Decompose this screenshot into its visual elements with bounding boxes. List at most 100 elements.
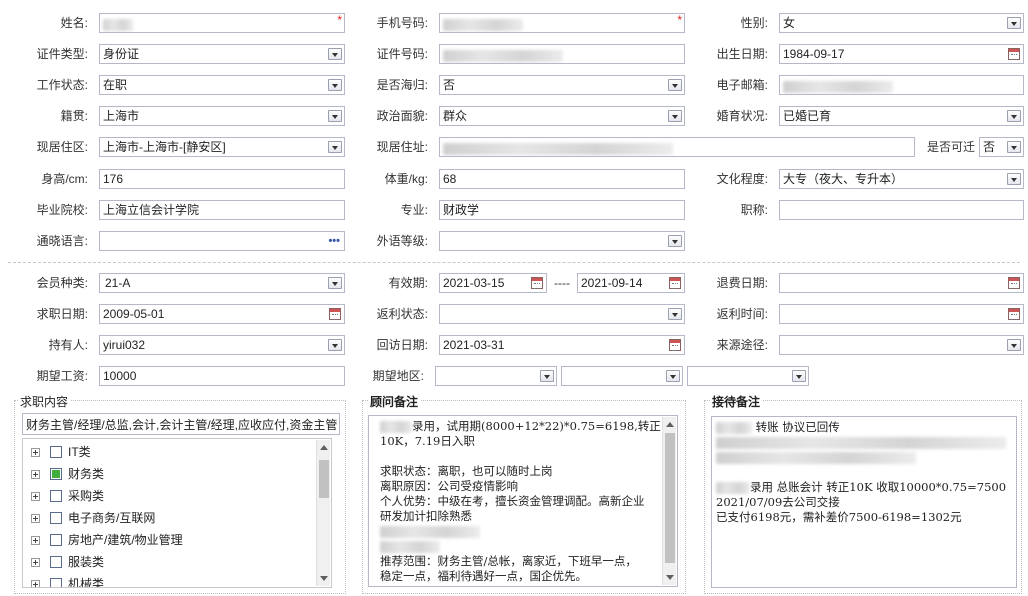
email-input[interactable] xyxy=(779,75,1024,95)
source-label: 来源途径: xyxy=(716,338,768,352)
education-select[interactable]: 大专（夜大、专升本） xyxy=(779,169,1024,189)
scrollbar[interactable] xyxy=(316,440,330,586)
native-place-select[interactable]: 上海市 xyxy=(99,106,345,126)
residence-area-select[interactable]: 上海市-上海市-[静安区] xyxy=(99,137,345,157)
scroll-thumb[interactable] xyxy=(665,433,675,563)
work-status-select[interactable]: 在职 xyxy=(99,75,345,95)
checkbox[interactable] xyxy=(50,578,62,587)
chevron-down-icon[interactable] xyxy=(1007,173,1021,185)
holder-select[interactable]: yirui032 xyxy=(99,335,345,355)
calendar-icon[interactable] xyxy=(1008,48,1020,60)
valid-to-input[interactable]: 2021-09-14 xyxy=(577,273,685,293)
section-divider xyxy=(8,262,1020,263)
refund-date-label: 退费日期: xyxy=(716,276,768,290)
birth-date-input[interactable]: 1984-09-17 xyxy=(779,44,1024,64)
chevron-down-icon[interactable] xyxy=(328,79,342,91)
calendar-icon[interactable] xyxy=(531,277,543,289)
chevron-down-icon[interactable] xyxy=(328,48,342,60)
checkbox[interactable] xyxy=(50,490,62,502)
political-select[interactable]: 群众 xyxy=(439,106,685,126)
chevron-down-icon[interactable] xyxy=(328,339,342,351)
chevron-down-icon[interactable] xyxy=(540,370,554,382)
reception-notes-textarea[interactable]: 转账 协议已回传 录用 总账会计 转正10K 收取10000*0.75=7500… xyxy=(711,416,1017,588)
title-input[interactable] xyxy=(779,200,1024,220)
expand-icon[interactable] xyxy=(31,558,40,567)
weight-input[interactable]: 68 xyxy=(439,169,685,189)
height-input[interactable]: 176 xyxy=(99,169,345,189)
chevron-down-icon[interactable] xyxy=(666,370,680,382)
name-label: 姓名: xyxy=(60,16,88,30)
job-date-input[interactable]: 2009-05-01 xyxy=(99,304,345,324)
marital-select[interactable]: 已婚已育 xyxy=(779,106,1024,126)
expand-icon[interactable] xyxy=(31,536,40,545)
consultant-panel-title: 顾问备注 xyxy=(368,393,421,410)
chevron-down-icon[interactable] xyxy=(668,235,682,247)
address-input[interactable] xyxy=(439,137,915,157)
chevron-down-icon[interactable] xyxy=(668,79,682,91)
job-date-label: 求职日期: xyxy=(36,307,88,321)
expand-icon[interactable] xyxy=(31,492,40,501)
chevron-down-icon[interactable] xyxy=(328,277,342,289)
language-picker[interactable]: ••• xyxy=(99,231,345,251)
scroll-down-icon[interactable] xyxy=(666,575,674,580)
chevron-down-icon[interactable] xyxy=(1007,17,1021,29)
calendar-icon[interactable] xyxy=(1008,308,1020,320)
checkbox[interactable] xyxy=(50,556,62,568)
height-label: 身高/cm: xyxy=(41,172,88,186)
consultant-notes-textarea[interactable]: 录用，试用期(8000+12*22)*0.75=6198,转正 10K，7.19… xyxy=(368,415,678,587)
chevron-down-icon[interactable] xyxy=(792,370,806,382)
source-select[interactable] xyxy=(779,335,1024,355)
id-number-input[interactable] xyxy=(439,44,685,64)
chevron-down-icon[interactable] xyxy=(1007,141,1021,153)
checkbox[interactable] xyxy=(50,534,62,546)
checkbox[interactable] xyxy=(50,512,62,524)
expand-icon[interactable] xyxy=(31,470,40,479)
visit-date-input[interactable]: 2021-03-31 xyxy=(439,335,685,355)
region-district-select[interactable] xyxy=(687,366,809,386)
scroll-thumb[interactable] xyxy=(319,460,329,498)
member-type-select[interactable]: 21-A xyxy=(99,273,345,293)
job-summary-input[interactable]: 财务主管/经理/总监,会计,会计主管/经理,应收应付,资金主管 xyxy=(22,413,340,435)
checkbox[interactable] xyxy=(50,446,62,458)
calendar-icon[interactable] xyxy=(1008,277,1020,289)
fl-level-select[interactable] xyxy=(439,231,685,251)
id-type-select[interactable]: 身份证 xyxy=(99,44,345,64)
refund-date-input[interactable] xyxy=(779,273,1024,293)
region-province-select[interactable] xyxy=(435,366,557,386)
more-icon[interactable]: ••• xyxy=(328,232,340,250)
returnee-select[interactable]: 否 xyxy=(439,75,685,95)
chevron-down-icon[interactable] xyxy=(328,110,342,122)
expand-icon[interactable] xyxy=(31,448,40,457)
job-category-tree[interactable]: IT类 财务类 采购类 电子商务/互联网 房地产/建筑/物业管理 服装类 机械类 xyxy=(22,438,332,588)
chevron-down-icon[interactable] xyxy=(668,308,682,320)
email-label: 电子邮箱: xyxy=(716,78,768,92)
scroll-down-icon[interactable] xyxy=(320,576,328,581)
chevron-down-icon[interactable] xyxy=(1007,339,1021,351)
chevron-down-icon[interactable] xyxy=(668,110,682,122)
scroll-up-icon[interactable] xyxy=(320,445,328,450)
region-city-select[interactable] xyxy=(561,366,683,386)
visit-date-label: 回访日期: xyxy=(376,338,428,352)
salary-input[interactable]: 10000 xyxy=(99,366,345,386)
gender-select[interactable]: 女 xyxy=(779,13,1024,33)
rebate-time-input[interactable] xyxy=(779,304,1024,324)
relocate-select[interactable]: 否 xyxy=(979,137,1024,157)
calendar-icon[interactable] xyxy=(669,277,681,289)
major-input[interactable]: 财政学 xyxy=(439,200,685,220)
expand-icon[interactable] xyxy=(31,514,40,523)
fl-level-label: 外语等级: xyxy=(376,234,428,248)
expand-icon[interactable] xyxy=(31,580,40,587)
calendar-icon[interactable] xyxy=(669,339,681,351)
calendar-icon[interactable] xyxy=(329,308,341,320)
school-input[interactable]: 上海立信会计学院 xyxy=(99,200,345,220)
phone-input[interactable]: * xyxy=(439,13,685,33)
checkbox-checked[interactable] xyxy=(50,468,62,480)
address-label: 现居住址: xyxy=(376,140,428,154)
chevron-down-icon[interactable] xyxy=(1007,110,1021,122)
scroll-up-icon[interactable] xyxy=(666,422,674,427)
chevron-down-icon[interactable] xyxy=(328,141,342,153)
name-input[interactable]: * xyxy=(99,13,345,33)
scrollbar[interactable] xyxy=(662,417,676,585)
rebate-status-select[interactable] xyxy=(439,304,685,324)
valid-from-input[interactable]: 2021-03-15 xyxy=(439,273,547,293)
